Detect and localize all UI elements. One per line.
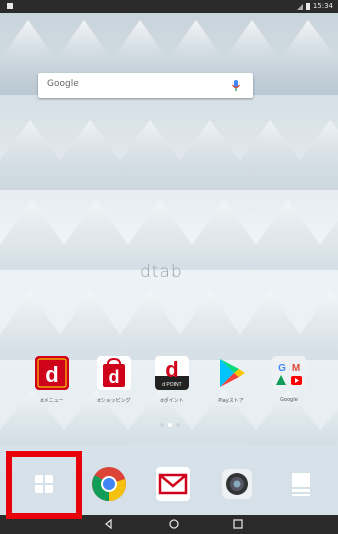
mic-icon[interactable] (230, 79, 242, 92)
app-label: Playストア (218, 398, 244, 404)
d-shopping-icon: d (97, 356, 131, 390)
app-label: dポイント (160, 398, 184, 404)
highlight-box (6, 451, 82, 519)
svg-text:d: d (45, 362, 58, 387)
google-folder-icon: G M (272, 356, 306, 390)
dtab-wordmark: dtab (140, 262, 183, 282)
signal-icon (296, 3, 303, 10)
home-screen: 15:34 Google dtab d dメニュー d dショッピング d d … (0, 0, 338, 534)
camera-icon[interactable] (218, 465, 256, 503)
app-play-store[interactable]: Playストア (206, 356, 256, 404)
play-store-icon (220, 359, 245, 387)
book-icon[interactable] (282, 465, 320, 503)
page-indicator (160, 423, 180, 427)
battery-icon (305, 3, 310, 10)
svg-text:G: G (278, 363, 286, 374)
recents-icon[interactable] (232, 518, 244, 530)
svg-text:M: M (292, 363, 300, 374)
notification-icon (7, 3, 13, 9)
home-icon[interactable] (168, 518, 180, 530)
status-bar: 15:34 (0, 0, 338, 13)
status-time: 15:34 (312, 2, 333, 10)
svg-text:d: d (165, 357, 178, 382)
chrome-icon[interactable] (90, 465, 128, 503)
app-google-folder[interactable]: G M Google (264, 356, 314, 403)
google-search-bar[interactable]: Google (38, 73, 253, 98)
status-icons: 15:34 (296, 0, 333, 13)
app-label: dメニュー (40, 398, 64, 404)
page-dot-active (168, 423, 172, 427)
page-dot (160, 423, 164, 427)
page-dot (176, 423, 180, 427)
mail-icon[interactable] (154, 465, 192, 503)
d-point-icon-text: d POINT (162, 382, 181, 388)
back-icon[interactable] (103, 518, 115, 530)
d-point-icon: d d POINT (155, 356, 189, 390)
svg-text:d: d (109, 367, 120, 387)
app-d-shopping[interactable]: d dショッピング (89, 356, 139, 404)
app-d-menu[interactable]: d dメニュー (27, 356, 77, 404)
app-d-point[interactable]: d d POINT dポイント (147, 356, 197, 404)
google-logo: Google (47, 79, 79, 89)
d-menu-icon: d (35, 356, 69, 390)
app-label: dショッピング (97, 398, 131, 404)
app-label: Google (280, 397, 298, 403)
